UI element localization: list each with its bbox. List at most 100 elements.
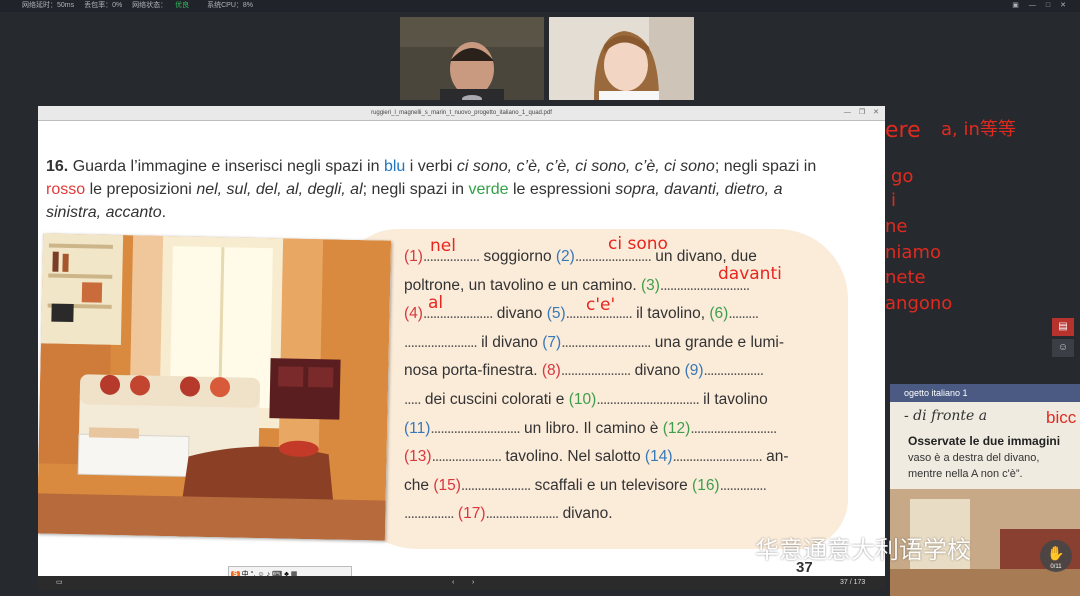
pdf-page[interactable]: 16. Guarda l’immagine e inserisci negli … [38,121,885,577]
annotation-text: c'e' [586,295,616,315]
blank-number: (3) [640,276,660,294]
line-text: tavolino. Nel salotto [505,448,641,466]
annotation-text: nel [430,236,456,256]
blank-dots[interactable]: .......................... [690,420,777,437]
blank-dots[interactable]: ...................... [404,334,478,351]
pdf-filename: ruggieri_l_magnelli_s_marin_t_nuovo_prog… [371,110,552,116]
fill-in-exercise: (1)................. soggiorno (2)......… [404,243,824,529]
line-text: un divano, due [655,248,757,265]
slide-question: Osservate le due immagini [908,434,1061,448]
next-page-icon[interactable]: › [472,576,474,590]
blank-number: (14) [644,448,673,466]
cpu-text: 系统CPU：8% [207,2,254,9]
instr-part: . [161,204,167,221]
blank-dots[interactable]: .............. [720,477,767,494]
student-video-frame [549,17,694,100]
handwritten-note: - di fronte a [904,408,988,424]
page-indicator[interactable]: 37 / 173 [840,576,865,590]
pdf-viewer[interactable]: ruggieri_l_magnelli_s_marin_t_nuovo_prog… [38,106,885,590]
annotation-text: davanti [718,264,782,284]
blank-number: (11) [404,419,431,437]
living-room-illustration [38,233,392,541]
exercise-line: (13)..................... tavolino. Nel … [404,443,824,472]
minimize-icon[interactable]: — [1029,0,1036,12]
pdf-restore-icon[interactable]: ❐ [859,106,865,120]
blank-number: (7) [542,333,562,351]
users-icon[interactable]: ☺ [1052,339,1074,357]
instr-part: ; negli spazi in [362,181,465,198]
note-text: a, in等等 [941,119,1016,140]
blank-number: (15) [433,476,461,494]
blank-number: (6) [709,305,729,323]
blank-dots[interactable]: ..................... [561,362,631,379]
blank-dots[interactable]: ............... [404,505,455,522]
blank-dots[interactable]: ........................... [673,448,763,465]
line-text: divano [496,305,543,323]
line-text: divano. [562,505,613,523]
blank-dots[interactable]: ..... [404,391,422,408]
maximize-icon[interactable]: □ [1046,0,1050,12]
exercise-number: 16. [46,158,69,175]
note-text: ne [885,216,908,237]
line-text: an- [766,448,789,466]
blank-dots[interactable]: ..................... [432,448,502,465]
pdf-minimize-icon[interactable]: — [844,106,851,120]
blank-number: (5) [546,305,566,323]
record-icon[interactable]: ▣ [1012,0,1019,12]
line-text: dei cuscini colorati e [424,390,565,408]
exercise-line: ............... (17)....................… [404,500,824,529]
window-controls: ▣ — □ ✕ [1012,0,1066,12]
teacher-video-frame [400,17,544,100]
note-text: ere [885,118,921,143]
color-word-blue: blu [383,158,406,175]
blank-number: (12) [662,419,691,437]
line-text: che [404,476,429,494]
instr-part: Guarda l’immagine e inserisci negli spaz… [72,158,380,175]
instr-part: ; negli spazi in [714,158,817,175]
close-icon[interactable]: ✕ [1060,0,1066,12]
blank-dots[interactable]: ......... [728,305,759,322]
top-status-bar: 网络延时：50ms 丢包率：0% 网络状态： 优良 系统CPU：8% ▣ — □ … [0,0,1080,12]
line-text: soggiorno [483,248,552,265]
blank-number: (1) [404,248,423,265]
preposition-list: nel, sul, del, al, degli, al [196,181,363,198]
note-text: angono [885,293,953,314]
raise-hand-button[interactable]: ✋ 0/11 [1040,540,1072,572]
blank-dots[interactable]: ............................... [596,391,699,408]
instr-part: le espressioni [512,181,611,198]
student-video[interactable] [549,17,694,100]
verb-list: ci sono, c’è, c’è, ci sono, c’è, ci sono [456,158,715,175]
school-watermark: 华意通意大利语学校 [755,536,971,564]
blank-dots[interactable]: .................. [704,362,765,379]
exercise-instructions: 16. Guarda l’immagine e inserisci negli … [46,155,836,224]
pdf-close-icon[interactable]: ✕ [873,106,879,120]
exercise-line: ...................... il divano (7)....… [404,329,824,358]
chat-icon[interactable]: ▤ [1052,318,1074,336]
blank-dots[interactable]: ........................... [430,420,520,437]
pdf-statusbar: ▭ ‹ › 37 / 173 [38,576,885,590]
note-text: go [891,166,914,187]
slide-text: mentre nella A non c'è”. [908,468,1023,480]
note-text: niamo [885,242,941,263]
line-text: divano [634,362,681,380]
living-room-photo [38,233,392,541]
line-text: una grande e lumi- [654,333,785,351]
color-word-green: verde [468,181,509,198]
line-text: il tavolino, [636,305,706,323]
blank-dots[interactable]: ..................... [461,477,531,494]
line-text: scaffali e un televisore [534,476,688,494]
note-text: nete [885,267,926,288]
blank-number: (13) [404,448,432,466]
instr-part: i verbi [409,158,453,175]
teacher-video[interactable] [400,17,544,100]
prev-page-icon[interactable]: ‹ [452,576,454,590]
blank-dots[interactable]: ...................... [486,505,560,522]
slide-header: ogetto italiano 1 [890,384,1080,402]
line-text: il tavolino [703,390,768,408]
pdf-titlebar: ruggieri_l_magnelli_s_marin_t_nuovo_prog… [38,106,885,121]
blank-number: (10) [568,390,597,408]
blank-number: (16) [692,476,720,494]
latency-text: 网络延时：50ms [22,2,75,9]
thumbnail-toggle-icon[interactable]: ▭ [56,576,63,590]
blank-dots[interactable]: ........................... [561,334,651,351]
